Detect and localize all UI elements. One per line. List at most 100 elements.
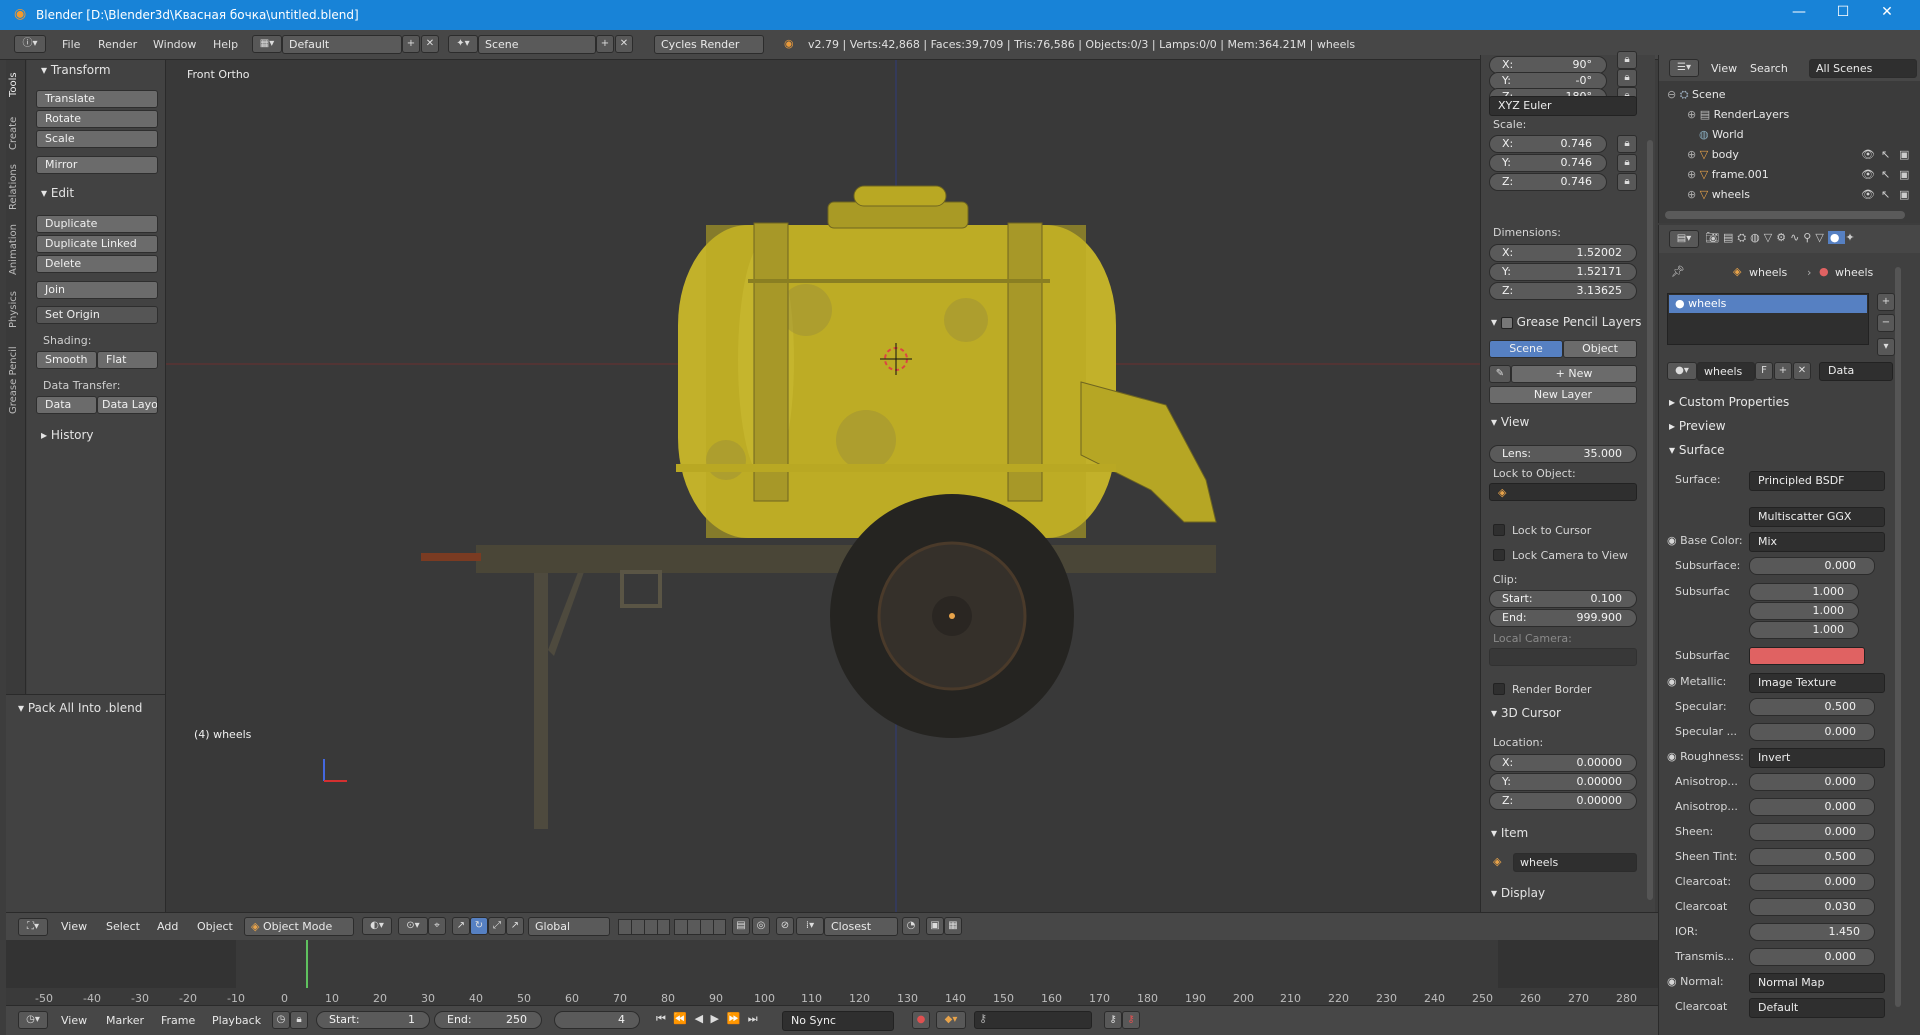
material-browse-icon[interactable]: ●▾ — [1667, 362, 1697, 380]
layer-buttons[interactable] — [618, 919, 670, 935]
render-border-checkbox[interactable] — [1493, 683, 1505, 695]
lock-icon[interactable]: 🔒︎ — [1617, 69, 1637, 87]
timeline-view-menu[interactable]: View — [61, 1014, 87, 1027]
lens-field[interactable]: Lens: 35.000 — [1489, 445, 1637, 463]
rotate-button[interactable]: Rotate — [36, 110, 158, 128]
select-arrow-icon[interactable]: ↖ — [1881, 188, 1890, 201]
clearcoat-slider[interactable]: 0.000 — [1749, 873, 1875, 891]
editor-type-icon[interactable]: ⛶▾ — [18, 918, 48, 936]
current-frame-marker[interactable] — [306, 940, 308, 990]
roughness-socket[interactable]: ◉ Roughness: — [1667, 750, 1744, 763]
menu-render[interactable]: Render — [98, 38, 137, 51]
flat-button[interactable]: Flat — [97, 351, 158, 369]
pack-panel-header[interactable]: ▾ Pack All Into .blend — [18, 701, 142, 715]
clip-end-field[interactable]: End: 999.900 — [1489, 609, 1637, 627]
layout-field[interactable]: Default — [282, 35, 402, 54]
slot-menu-icon[interactable]: ▾ — [1877, 338, 1895, 356]
pencil-icon[interactable]: ✎ — [1489, 365, 1511, 383]
unlink-material-icon[interactable]: ✕ — [1793, 362, 1811, 380]
render-animation-icon[interactable]: ▦ — [944, 917, 962, 935]
scale-button[interactable]: Scale — [36, 130, 158, 148]
transmission-slider[interactable]: 0.000 — [1749, 948, 1875, 966]
outliner-item-body[interactable]: ⊕ ▽ body — [1687, 148, 1739, 161]
preview-range-icon[interactable]: ◷ — [272, 1011, 290, 1029]
base-color-dropdown[interactable]: Mix — [1749, 532, 1885, 552]
subsurface-slider[interactable]: 0.000 — [1749, 557, 1875, 575]
mirror-button[interactable]: Mirror — [36, 156, 158, 174]
subsurface-radius-x[interactable]: 1.000 — [1749, 583, 1859, 601]
lock-icon[interactable]: 🔒︎ — [1617, 154, 1637, 172]
manipulator-toggle-icon[interactable]: ⌖ — [428, 917, 446, 935]
scene-field[interactable]: Scene — [478, 35, 596, 54]
mode-dropdown[interactable]: ◈ Object Mode — [244, 917, 354, 936]
scene-icon[interactable]: ✦▾ — [448, 35, 478, 53]
link-mode-dropdown[interactable]: Data — [1819, 362, 1893, 381]
info-editor-icon[interactable]: ⓘ▾ — [14, 35, 46, 53]
dimension-y-field[interactable]: Y: 1.52171 — [1489, 263, 1637, 281]
outliner-item-wheels[interactable]: ⊕ ▽ wheels — [1687, 188, 1750, 201]
transform-panel-header[interactable]: ▾ Transform — [41, 63, 111, 77]
tab-physics[interactable]: Physics — [8, 286, 24, 334]
lock-icon[interactable]: 🔒︎ — [1617, 51, 1637, 69]
join-button[interactable]: Join — [36, 281, 158, 299]
scale-y-field[interactable]: Y: 0.746 — [1489, 154, 1607, 172]
minimize-button[interactable]: — — [1784, 4, 1814, 26]
subsurface-radius-z[interactable]: 1.000 — [1749, 621, 1859, 639]
history-panel-header[interactable]: ▸ History — [41, 428, 94, 442]
menu-window[interactable]: Window — [153, 38, 196, 51]
scale-z-field[interactable]: Z: 0.746 — [1489, 173, 1607, 191]
anisotropic-slider[interactable]: 0.000 — [1749, 773, 1875, 791]
pin-icon[interactable]: 📌︎ — [1671, 265, 1685, 278]
remove-layout-icon[interactable]: ✕ — [421, 35, 439, 53]
base-color-socket[interactable]: ◉ Base Color: — [1667, 534, 1743, 547]
lock-object-field[interactable]: ◈ — [1489, 483, 1637, 501]
translate-manipulator-icon[interactable]: ↗ — [452, 917, 470, 935]
visibility-eye-icon[interactable]: 👁︎ — [1861, 188, 1875, 201]
outliner-filter-dropdown[interactable]: All Scenes — [1809, 59, 1917, 78]
data-layout-button[interactable]: Data Layo — [97, 396, 158, 414]
snap-target-dropdown[interactable]: Closest — [824, 917, 898, 936]
playback-menu[interactable]: Playback — [212, 1014, 261, 1027]
render-engine-dropdown[interactable]: Cycles Render — [654, 35, 764, 54]
marker-menu[interactable]: Marker — [106, 1014, 144, 1027]
lock-to-cursor-checkbox[interactable] — [1493, 524, 1505, 536]
select-arrow-icon[interactable]: ↖ — [1881, 148, 1890, 161]
custom-properties-panel[interactable]: ▸ Custom Properties — [1669, 395, 1789, 409]
render-camera-icon[interactable]: ▣ — [1899, 188, 1909, 201]
render-camera-icon[interactable]: ▣ — [1899, 168, 1909, 181]
cursor-x-field[interactable]: X: 0.00000 — [1489, 754, 1637, 772]
view-menu[interactable]: View — [61, 920, 87, 933]
dimension-z-field[interactable]: Z: 3.13625 — [1489, 282, 1637, 300]
outliner-editor-icon[interactable]: ☰▾ — [1669, 59, 1699, 77]
anisotropic-rotation-slider[interactable]: 0.000 — [1749, 798, 1875, 816]
start-frame-field[interactable]: Start: 1 — [316, 1011, 430, 1029]
smooth-button[interactable]: Smooth — [36, 351, 97, 369]
delete-keyframe-icon[interactable]: ⚷ — [1122, 1011, 1140, 1029]
snap-element-icon[interactable]: ⁞▾ — [796, 917, 824, 935]
preview-panel[interactable]: ▸ Preview — [1669, 419, 1726, 433]
remove-scene-icon[interactable]: ✕ — [615, 35, 633, 53]
material-name-field[interactable]: wheels — [1697, 362, 1755, 381]
lock-icon[interactable]: 🔒︎ — [1617, 173, 1637, 191]
surface-panel-header[interactable]: ▾ Surface — [1669, 443, 1725, 457]
scale-x-field[interactable]: X: 0.746 — [1489, 135, 1607, 153]
surface-shader-dropdown[interactable]: Principled BSDF — [1749, 471, 1885, 491]
normal-dropdown[interactable]: Normal Map — [1749, 973, 1885, 993]
material-tab-icon[interactable]: ● — [1827, 231, 1846, 244]
outliner-view-menu[interactable]: View — [1711, 62, 1737, 75]
rotate-manipulator-icon[interactable]: ↻ — [470, 917, 488, 935]
layout-icon[interactable]: ▦▾ — [252, 35, 282, 53]
subsurface-color-swatch[interactable] — [1749, 647, 1865, 665]
maximize-button[interactable]: ☐ — [1828, 4, 1858, 26]
3d-cursor-panel-header[interactable]: ▾ 3D Cursor — [1491, 706, 1561, 720]
insert-keyframe-icon[interactable]: ⚷ — [1104, 1011, 1122, 1029]
lock-icon[interactable]: 🔒︎ — [1617, 135, 1637, 153]
specular-slider[interactable]: 0.500 — [1749, 698, 1875, 716]
grease-pencil-panel-header[interactable]: ▾ Grease Pencil Layers — [1491, 315, 1641, 329]
cursor-y-field[interactable]: Y: 0.00000 — [1489, 773, 1637, 791]
clip-start-field[interactable]: Start: 0.100 — [1489, 590, 1637, 608]
add-slot-icon[interactable]: + — [1877, 293, 1895, 311]
props-context-tabs[interactable]: 📷︎▤⛭◍▽⚙∿⚲▽ ● ✦ — [1705, 231, 1859, 245]
orientation-dropdown[interactable]: Global — [528, 917, 610, 936]
add-scene-icon[interactable]: + — [596, 35, 614, 53]
